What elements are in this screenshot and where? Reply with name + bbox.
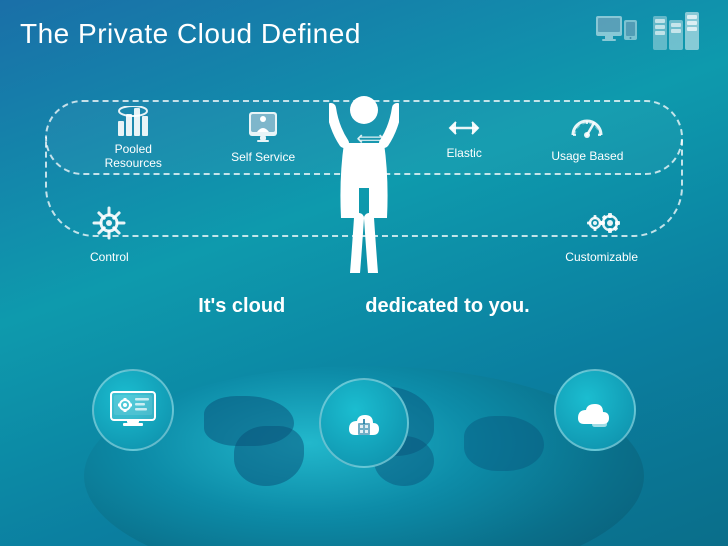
tagline: It's cloud dedicated to you. <box>0 295 728 318</box>
bar-chart-icon <box>117 106 149 140</box>
center-circle <box>319 378 409 468</box>
speedometer-icon <box>570 113 604 147</box>
server-icon <box>653 12 708 50</box>
person-board-icon <box>249 112 277 148</box>
pill-item-self-service: Self Service <box>231 112 295 164</box>
helm-icon <box>91 205 127 246</box>
customizable-item: Customizable <box>565 205 638 264</box>
tagline-left: It's cloud <box>198 295 285 318</box>
right-circle <box>554 369 636 451</box>
customizable-label: Customizable <box>565 250 638 264</box>
continent-2 <box>234 426 304 486</box>
tagline-right: dedicated to you. <box>365 295 529 318</box>
elastic-label: Elastic <box>446 146 481 160</box>
arrows-icon <box>446 116 482 144</box>
continent-5 <box>464 416 544 471</box>
human-figure <box>329 88 399 273</box>
control-item: Control <box>90 205 129 264</box>
gears-icon <box>580 205 624 246</box>
pill-item-elastic: Elastic <box>446 116 482 160</box>
page-title: The Private Cloud Defined <box>20 18 361 50</box>
pill-item-usage-based: Usage Based <box>551 113 623 163</box>
gear-circle <box>92 369 174 451</box>
self-service-label: Self Service <box>231 150 295 164</box>
usage-based-label: Usage Based <box>551 149 623 163</box>
pooled-resources-label: PooledResources <box>105 142 162 171</box>
globe-area <box>0 326 728 546</box>
control-label: Control <box>90 250 129 264</box>
devices-icon <box>596 16 638 54</box>
pill-item-pooled-resources: PooledResources <box>105 106 162 171</box>
